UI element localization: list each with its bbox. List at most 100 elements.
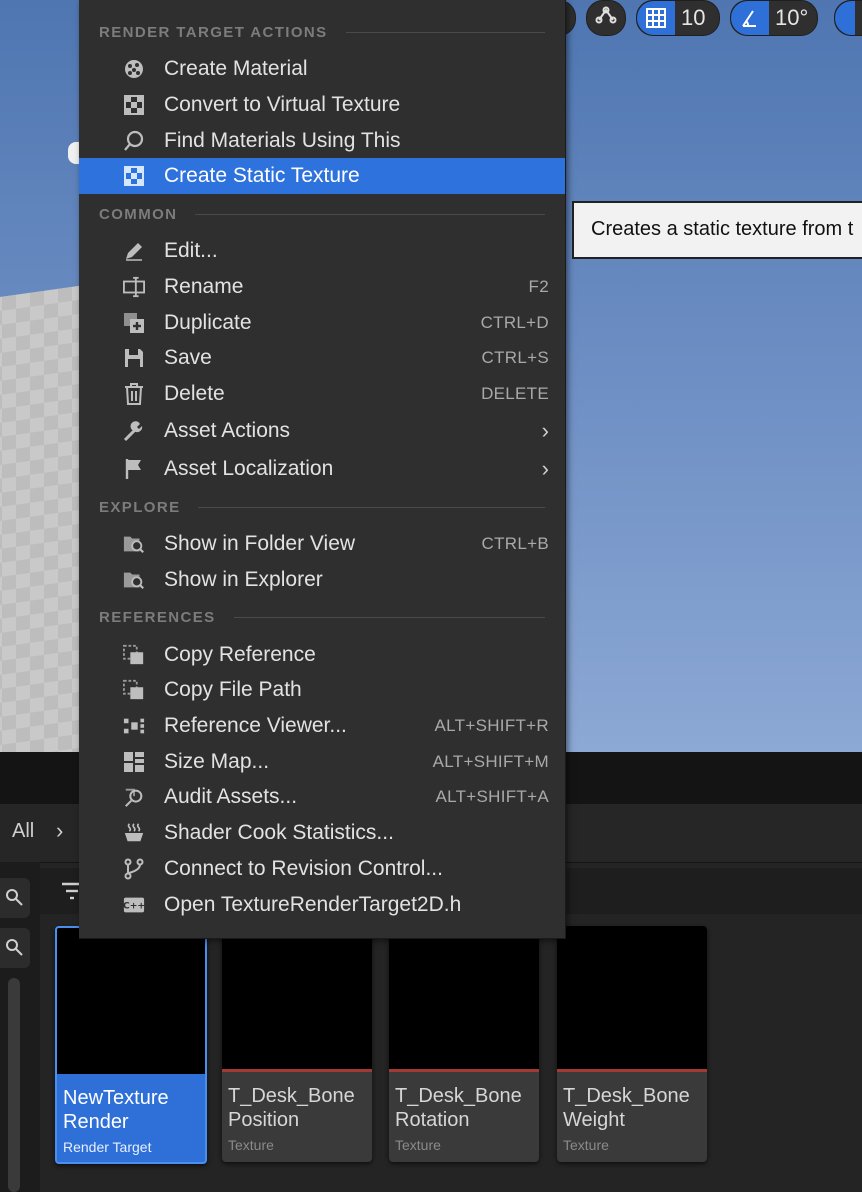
menu-item-reference-viewer[interactable]: Reference Viewer... ALT+SHIFT+R [79, 708, 565, 744]
chevron-right-icon: › [541, 456, 549, 481]
shortcut-label: ALT+SHIFT+M [432, 752, 549, 771]
menu-item-label: Show in Folder View [164, 532, 356, 555]
flag-icon [123, 458, 145, 480]
asset-tile[interactable]: T_Desk_Bone Weight Texture [557, 926, 707, 1162]
menu-item-label: Connect to Revision Control... [164, 857, 443, 880]
asset-type: Texture [563, 1137, 609, 1153]
chevron-right-icon[interactable]: › [56, 818, 63, 844]
folder-search-icon [123, 533, 145, 555]
breadcrumb-all[interactable]: All [12, 820, 34, 843]
menu-item-duplicate[interactable]: Duplicate CTRL+D [79, 305, 565, 341]
section-references: REFERENCES [99, 607, 545, 627]
folder-search-icon [123, 569, 145, 591]
menu-item-rename[interactable]: Rename F2 [79, 269, 565, 305]
size-map-icon [123, 751, 145, 773]
shortcut-label: DELETE [481, 384, 549, 403]
menu-item-audit-assets[interactable]: Audit Assets... ALT+SHIFT+A [79, 779, 565, 815]
rail-scrollbar[interactable] [8, 978, 20, 1192]
menu-item-edit[interactable]: Edit... [79, 233, 565, 269]
menu-item-size-map[interactable]: Size Map... ALT+SHIFT+M [79, 744, 565, 780]
asset-thumbnail [389, 926, 539, 1072]
menu-item-shader-cook[interactable]: Shader Cook Statistics... [79, 815, 565, 851]
angle-snap-control[interactable]: 10° [730, 0, 818, 36]
menu-item-label: Rename [164, 275, 244, 298]
menu-item-copy-reference[interactable]: Copy Reference [79, 637, 565, 673]
menu-item-delete[interactable]: Delete DELETE [79, 376, 565, 412]
asset-name: NewTexture Render [63, 1087, 169, 1133]
menu-item-label: Save [164, 346, 212, 369]
shortcut-label: F2 [528, 277, 549, 296]
surface-snap-button[interactable] [586, 0, 626, 36]
asset-name: T_Desk_Bone Weight [563, 1085, 690, 1131]
menu-item-label: Show in Explorer [164, 568, 323, 591]
cpp-file-icon: C++ [123, 894, 145, 916]
menu-item-label: Asset Localization [164, 457, 334, 480]
shortcut-label: CTRL+D [480, 313, 549, 332]
menu-item-label: Edit... [164, 239, 218, 262]
asset-name: T_Desk_Bone Position [228, 1085, 355, 1131]
menu-item-asset-actions[interactable]: Asset Actions › [79, 413, 565, 449]
menu-item-label: Audit Assets... [164, 785, 298, 808]
menu-item-open-header[interactable]: C++ Open TextureRenderTarget2D.h [79, 887, 565, 923]
search-icon[interactable] [0, 928, 30, 968]
grid-snap-icon[interactable] [637, 1, 675, 35]
asset-type: Render Target [63, 1139, 152, 1155]
material-sphere-icon [123, 58, 145, 80]
menu-item-show-explorer[interactable]: Show in Explorer [79, 562, 565, 598]
menu-item-label: Copy File Path [164, 678, 302, 701]
tooltip: Creates a static texture from t [572, 201, 862, 259]
menu-item-asset-localization[interactable]: Asset Localization › [79, 451, 565, 487]
checker-texture-icon [123, 94, 145, 116]
svg-text:C++: C++ [123, 901, 145, 912]
menu-item-label: Find Materials Using This [164, 129, 401, 152]
copy-reference-icon [123, 644, 145, 666]
section-common: COMMON [99, 204, 545, 224]
menu-item-create-static-texture[interactable]: Create Static Texture [79, 158, 565, 194]
menu-item-label: Convert to Virtual Texture [164, 93, 401, 116]
rename-cursor-icon [123, 276, 145, 298]
asset-tile[interactable]: T_Desk_Bone Rotation Texture [389, 926, 539, 1162]
search-icon[interactable] [0, 878, 30, 918]
steaming-cup-icon [123, 822, 145, 844]
chevron-right-icon: › [541, 418, 549, 443]
section-render-target-actions: RENDER TARGET ACTIONS [99, 22, 545, 42]
grid-snap-value[interactable]: 10 [675, 5, 715, 31]
menu-item-find-materials[interactable]: Find Materials Using This [79, 123, 565, 159]
menu-item-create-material[interactable]: Create Material [79, 51, 565, 87]
asset-type: Texture [395, 1137, 441, 1153]
menu-item-connect-revision-control[interactable]: Connect to Revision Control... [79, 851, 565, 887]
scale-snap-control[interactable] [834, 0, 862, 36]
duplicate-icon [123, 312, 145, 334]
menu-item-save[interactable]: Save CTRL+S [79, 340, 565, 376]
shortcut-label: ALT+SHIFT+A [435, 787, 549, 806]
menu-item-label: Create Static Texture [164, 164, 360, 187]
menu-item-label: Delete [164, 382, 225, 405]
pencil-icon [123, 240, 145, 262]
menu-item-label: Copy Reference [164, 643, 316, 666]
menu-item-label: Duplicate [164, 311, 252, 334]
menu-item-label: Asset Actions [164, 419, 291, 442]
floppy-disk-icon [123, 347, 145, 369]
asset-tile[interactable]: T_Desk_Bone Position Texture [222, 926, 372, 1162]
audit-magnifier-icon [123, 786, 145, 808]
menu-item-label: Reference Viewer... [164, 714, 347, 737]
trash-icon [123, 383, 145, 405]
asset-thumbnail [557, 926, 707, 1072]
angle-snap-value[interactable]: 10° [769, 5, 818, 31]
menu-item-label: Size Map... [164, 750, 270, 773]
shortcut-label: CTRL+B [481, 534, 549, 553]
reference-graph-icon [123, 715, 145, 737]
asset-type: Texture [228, 1137, 274, 1153]
menu-item-copy-file-path[interactable]: Copy File Path [79, 672, 565, 708]
menu-item-label: Open TextureRenderTarget2D.h [164, 893, 462, 916]
menu-item-show-folder-view[interactable]: Show in Folder View CTRL+B [79, 526, 565, 562]
grid-snap-control[interactable]: 10 [636, 0, 720, 36]
scale-snap-icon[interactable] [835, 1, 855, 35]
angle-snap-icon[interactable] [731, 1, 769, 35]
asset-name: T_Desk_Bone Rotation [395, 1085, 522, 1131]
menu-item-convert-virtual-texture[interactable]: Convert to Virtual Texture [79, 87, 565, 123]
asset-thumbnail [57, 928, 205, 1074]
surface-snap-icon [595, 4, 617, 32]
asset-thumbnail [222, 926, 372, 1072]
asset-tile[interactable]: NewTexture Render Render Target [55, 926, 207, 1164]
